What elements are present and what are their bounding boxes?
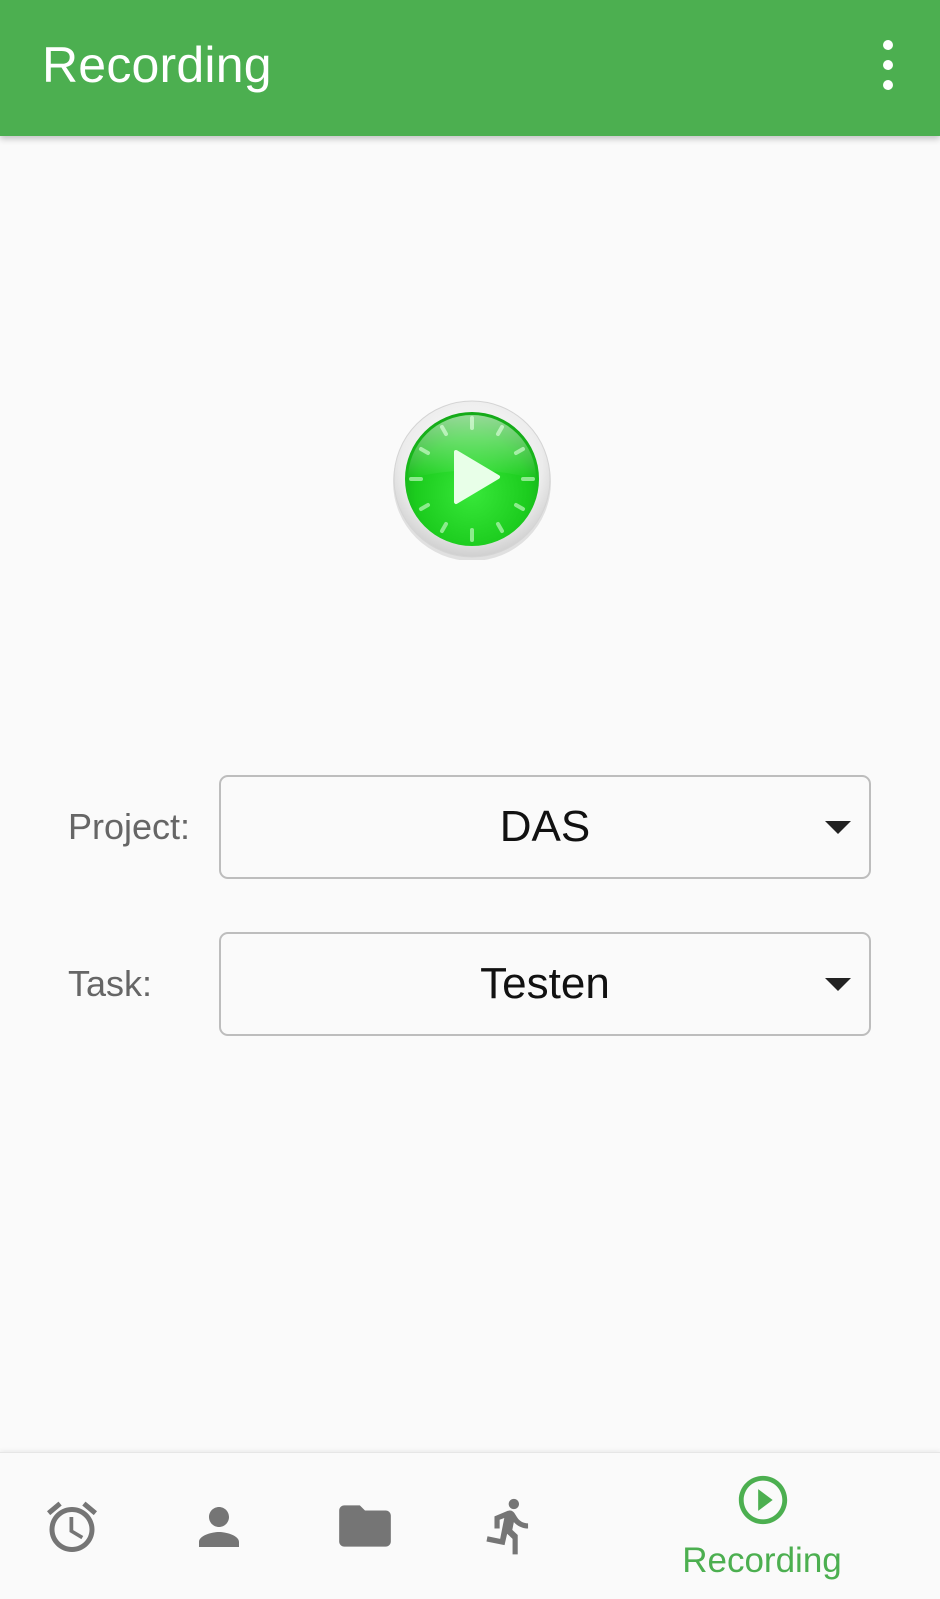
app-bar: Recording [0, 0, 940, 136]
task-dropdown[interactable]: Testen [219, 932, 871, 1036]
more-vert-icon[interactable] [874, 40, 902, 90]
nav-item-folder[interactable] [320, 1453, 410, 1599]
task-row: Task: Testen [0, 932, 940, 1036]
alarm-clock-icon [47, 1501, 97, 1552]
task-label: Task: [68, 963, 153, 1004]
nav-item-person[interactable] [174, 1453, 264, 1599]
dropdown-arrow-icon [825, 978, 851, 991]
folder-icon [339, 1505, 391, 1547]
project-row: Project: DAS [0, 775, 940, 879]
bottom-navigation: Recording [0, 1452, 940, 1599]
project-dropdown[interactable]: DAS [219, 775, 871, 879]
start-recording-button[interactable] [392, 400, 552, 561]
page-title: Recording [42, 37, 272, 93]
nav-item-alarm[interactable] [30, 1453, 120, 1599]
play-clock-icon [393, 400, 551, 561]
project-value: DAS [499, 802, 591, 851]
nav-label-recording: Recording [682, 1541, 842, 1580]
dropdown-arrow-icon [825, 821, 851, 834]
play-circle-icon [738, 1475, 788, 1525]
nav-item-activity[interactable] [466, 1453, 556, 1599]
nav-item-recording[interactable]: Recording [662, 1453, 862, 1599]
task-value: Testen [480, 959, 610, 1008]
project-label: Project: [68, 806, 191, 847]
running-icon [486, 1498, 529, 1555]
person-icon [199, 1507, 239, 1547]
